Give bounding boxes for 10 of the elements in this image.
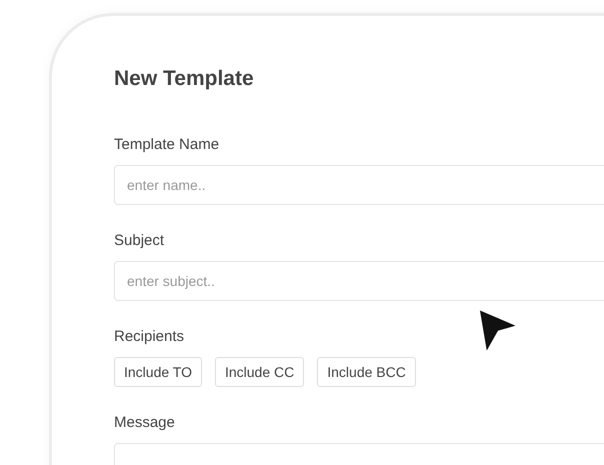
form-title: New Template <box>114 68 255 89</box>
recipient-button[interactable]: Include TO <box>114 357 202 387</box>
recipient-button[interactable]: Include CC <box>214 357 304 387</box>
field-label: Subject <box>114 233 166 248</box>
field-label: Recipients <box>114 329 186 344</box>
field-label: Message <box>114 415 176 430</box>
field-label: Template Name <box>114 137 220 152</box>
input-field[interactable]: enter subject.. <box>114 261 604 301</box>
input-field[interactable]: enter name.. <box>114 165 604 205</box>
recipient-button[interactable]: Include BCC <box>317 357 416 387</box>
